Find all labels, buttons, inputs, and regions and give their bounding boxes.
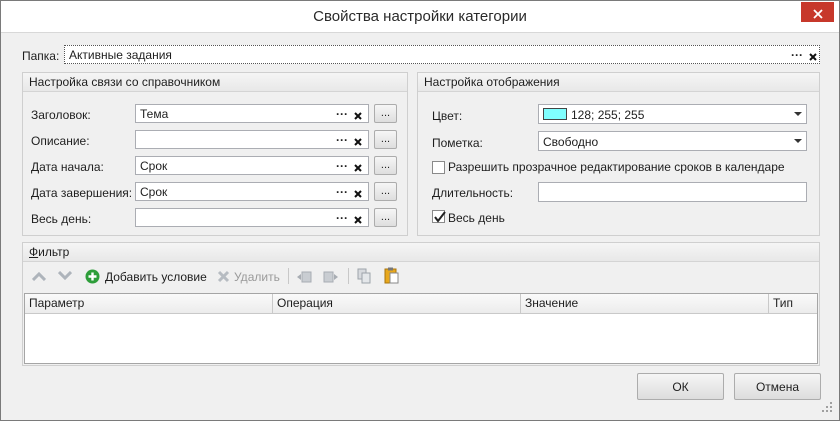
color-swatch xyxy=(543,108,567,120)
description-browse-button[interactable]: ... xyxy=(374,130,397,149)
start-date-clear-button[interactable] xyxy=(350,157,366,174)
copy-icon[interactable] xyxy=(357,268,372,284)
start-date-browse-dots[interactable]: ··· xyxy=(332,157,352,174)
all-day-browse-dots[interactable]: ··· xyxy=(332,209,352,226)
all-day-browse-button[interactable]: ... xyxy=(374,208,397,227)
link-settings-title: Настройка связи со справочником xyxy=(29,75,221,89)
start-date-field[interactable]: Срок ··· xyxy=(135,156,369,175)
add-condition-button[interactable]: Добавить условие xyxy=(105,270,207,284)
all-day-row-label: Весь день: xyxy=(31,212,92,226)
folder-browse-button[interactable]: ··· xyxy=(787,46,807,63)
clear-icon xyxy=(354,111,362,120)
dropdown-arrow-icon xyxy=(794,139,802,143)
duration-field[interactable] xyxy=(538,182,807,202)
close-icon xyxy=(812,9,823,19)
column-operation-label: Операция xyxy=(277,296,333,310)
title-bar[interactable]: Свойства настройки категории xyxy=(1,1,839,33)
color-label: Цвет: xyxy=(432,109,463,123)
close-button[interactable] xyxy=(801,2,834,22)
end-date-clear-button[interactable] xyxy=(350,183,366,200)
all-day-checkbox[interactable] xyxy=(432,210,446,223)
column-parameter[interactable]: Параметр xyxy=(25,294,273,314)
dropdown-arrow-icon xyxy=(794,112,802,116)
all-day-field[interactable]: ··· xyxy=(135,208,369,227)
title-row-label: Заголовок: xyxy=(31,108,91,122)
filter-grid[interactable]: Параметр Операция Значение Тип xyxy=(24,293,818,364)
ok-button[interactable]: ОК xyxy=(637,373,724,400)
end-date-browse-button[interactable]: ... xyxy=(374,182,397,201)
resize-grip-icon[interactable] xyxy=(821,401,833,413)
color-value: 128; 255; 255 xyxy=(571,108,645,122)
indent-icon[interactable] xyxy=(296,269,312,284)
column-value[interactable]: Значение xyxy=(521,294,769,314)
filter-title-accel: Ф xyxy=(29,245,39,259)
filter-title: Фильтр xyxy=(29,246,69,259)
start-date-browse-button[interactable]: ... xyxy=(374,156,397,175)
folder-field[interactable]: Активные задания ··· xyxy=(64,45,820,64)
transparent-edit-label: Разрешить прозрачное редактирование срок… xyxy=(448,160,785,174)
window-title: Свойства настройки категории xyxy=(313,8,527,25)
start-date-row-label: Дата начала: xyxy=(31,160,104,174)
paste-icon[interactable] xyxy=(384,267,399,284)
description-clear-button[interactable] xyxy=(350,131,366,148)
clear-icon xyxy=(809,52,817,61)
column-type[interactable]: Тип xyxy=(769,294,817,314)
column-type-label: Тип xyxy=(773,296,794,310)
link-settings-header: Настройка связи со справочником xyxy=(23,73,407,92)
folder-clear-button[interactable] xyxy=(805,46,821,63)
checkmark-icon xyxy=(434,211,446,223)
folder-label: Папка: xyxy=(22,49,60,63)
end-date-browse-dots[interactable]: ··· xyxy=(332,183,352,200)
description-row-label: Описание: xyxy=(31,134,90,148)
title-field-value: Тема xyxy=(140,107,169,121)
move-up-icon[interactable] xyxy=(32,271,46,281)
start-date-field-value: Срок xyxy=(140,159,168,173)
color-dropdown[interactable]: 128; 255; 255 xyxy=(538,104,807,124)
add-condition-icon[interactable] xyxy=(85,269,100,284)
end-date-row-label: Дата завершения: xyxy=(31,186,133,200)
filter-header: Фильтр xyxy=(23,243,819,262)
title-browse-button[interactable]: ... xyxy=(374,104,397,123)
end-date-field[interactable]: Срок ··· xyxy=(135,182,369,201)
mark-value: Свободно xyxy=(543,135,599,149)
duration-label: Длительность: xyxy=(432,186,514,200)
description-field[interactable]: ··· xyxy=(135,130,369,149)
dialog-window: Свойства настройки категории Папка: Акти… xyxy=(0,0,840,421)
cancel-button[interactable]: Отмена xyxy=(734,373,821,400)
mark-dropdown[interactable]: Свободно xyxy=(538,131,807,151)
column-operation[interactable]: Операция xyxy=(273,294,521,314)
delete-icon[interactable] xyxy=(217,270,230,283)
folder-value: Активные задания xyxy=(69,48,172,62)
all-day-clear-button[interactable] xyxy=(350,209,366,226)
display-settings-title: Настройка отображения xyxy=(424,75,560,89)
description-browse-dots[interactable]: ··· xyxy=(332,131,352,148)
title-field[interactable]: Тема ··· xyxy=(135,104,369,123)
transparent-edit-checkbox[interactable] xyxy=(432,161,445,174)
clear-icon xyxy=(354,215,362,224)
move-down-icon[interactable] xyxy=(58,271,72,281)
mark-label: Пометка: xyxy=(432,136,483,150)
outdent-icon[interactable] xyxy=(323,269,339,284)
toolbar-separator xyxy=(348,268,349,284)
filter-title-rest: ильтр xyxy=(38,245,70,259)
all-day-label: Весь день xyxy=(448,211,505,225)
column-parameter-label: Параметр xyxy=(29,296,85,310)
end-date-field-value: Срок xyxy=(140,185,168,199)
clear-icon xyxy=(354,189,362,198)
title-clear-button[interactable] xyxy=(350,105,366,122)
toolbar-separator xyxy=(288,268,289,284)
delete-button[interactable]: Удалить xyxy=(234,270,280,284)
clear-icon xyxy=(354,163,362,172)
filter-grid-header: Параметр Операция Значение Тип xyxy=(25,294,817,314)
clear-icon xyxy=(354,137,362,146)
title-browse-dots[interactable]: ··· xyxy=(332,105,352,122)
column-value-label: Значение xyxy=(525,296,579,310)
display-settings-header: Настройка отображения xyxy=(418,73,819,92)
